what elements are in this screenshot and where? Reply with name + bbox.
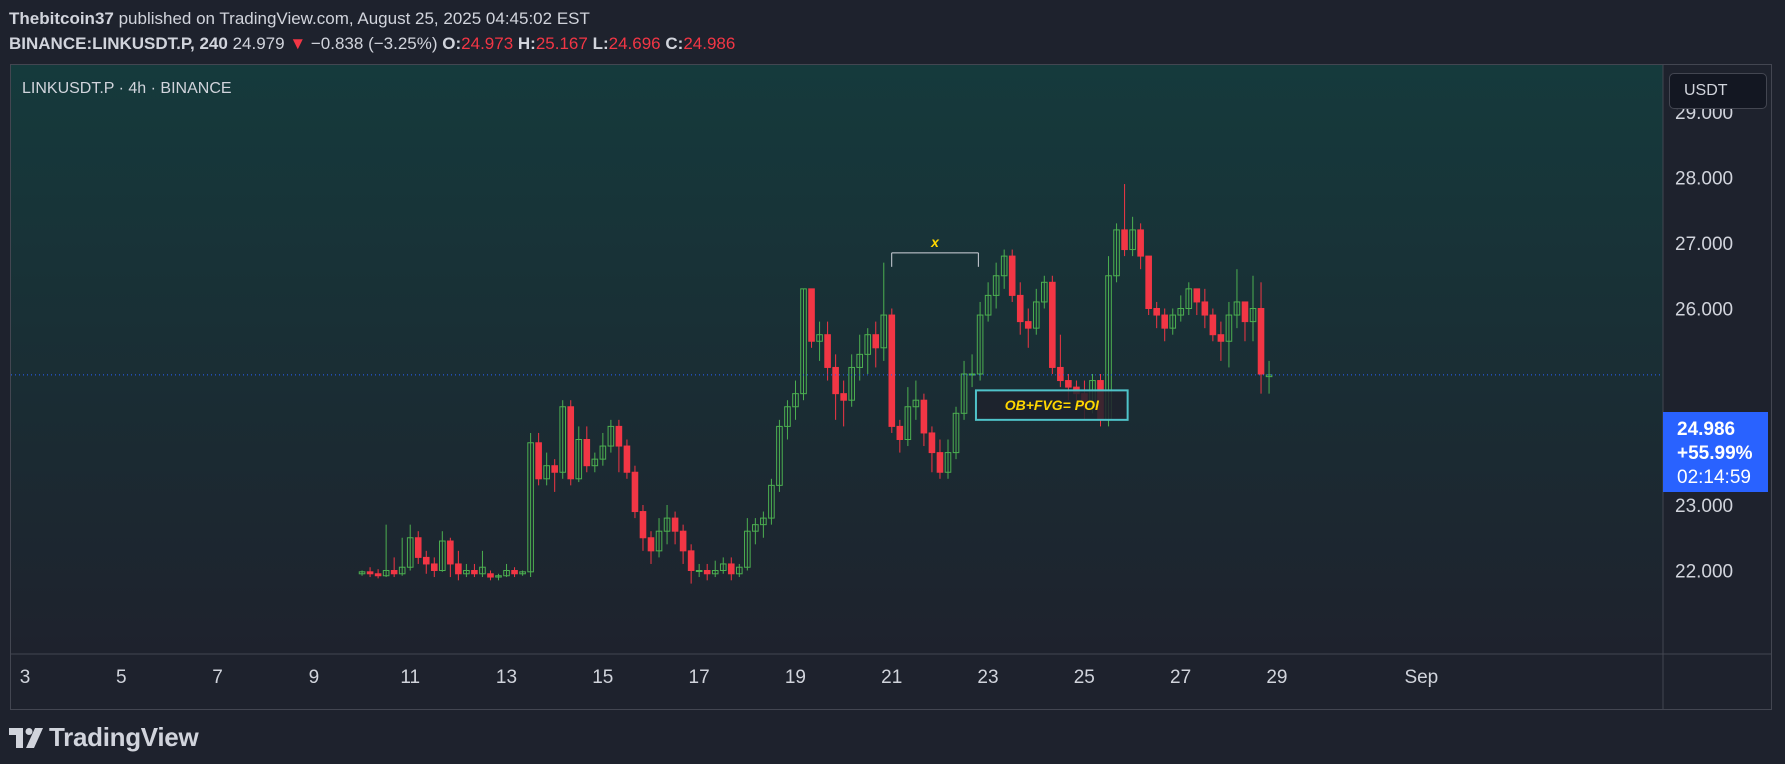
tag-price: 24.986 — [1677, 419, 1736, 440]
low-label: L: — [592, 34, 609, 53]
tag-countdown: 02:14:59 — [1677, 467, 1751, 488]
tradingview-brand: TradingView — [49, 722, 199, 752]
high-label: H: — [517, 34, 536, 53]
tradingview-logo[interactable]: TradingView — [9, 722, 199, 753]
chart-symbol-label: LINKUSDT.P · 4h · BINANCE — [22, 80, 232, 97]
close-label: C: — [665, 34, 684, 53]
author-name[interactable]: Thebitcoin37 — [9, 9, 114, 28]
high-value: 25.167 — [535, 34, 588, 53]
price-change: −0.838 (−3.25%) — [310, 34, 438, 53]
last-price: 24.979 — [232, 34, 285, 53]
close-value: 24.986 — [683, 34, 736, 53]
open-value: 24.973 — [461, 34, 514, 53]
down-arrow-icon: ▼ — [289, 34, 307, 53]
currency-button[interactable]: USDT — [1669, 73, 1767, 109]
published-text: published on TradingView.com, August 25,… — [113, 9, 590, 28]
last-price-tag: 24.986 +55.99% 02:14:59 — [1663, 412, 1768, 492]
symbol-info: BINANCE:LINKUSDT.P, 240 — [9, 34, 228, 53]
tag-percent: +55.99% — [1677, 443, 1753, 464]
publish-line: Thebitcoin37 published on TradingView.co… — [9, 6, 735, 31]
chart-frame — [10, 64, 1772, 710]
low-value: 24.696 — [608, 34, 661, 53]
open-label: O: — [442, 34, 462, 53]
chart-header: Thebitcoin37 published on TradingView.co… — [9, 6, 735, 56]
ohlc-line: BINANCE:LINKUSDT.P, 240 24.979 ▼ −0.838 … — [9, 31, 735, 56]
tradingview-logo-icon — [9, 727, 43, 748]
